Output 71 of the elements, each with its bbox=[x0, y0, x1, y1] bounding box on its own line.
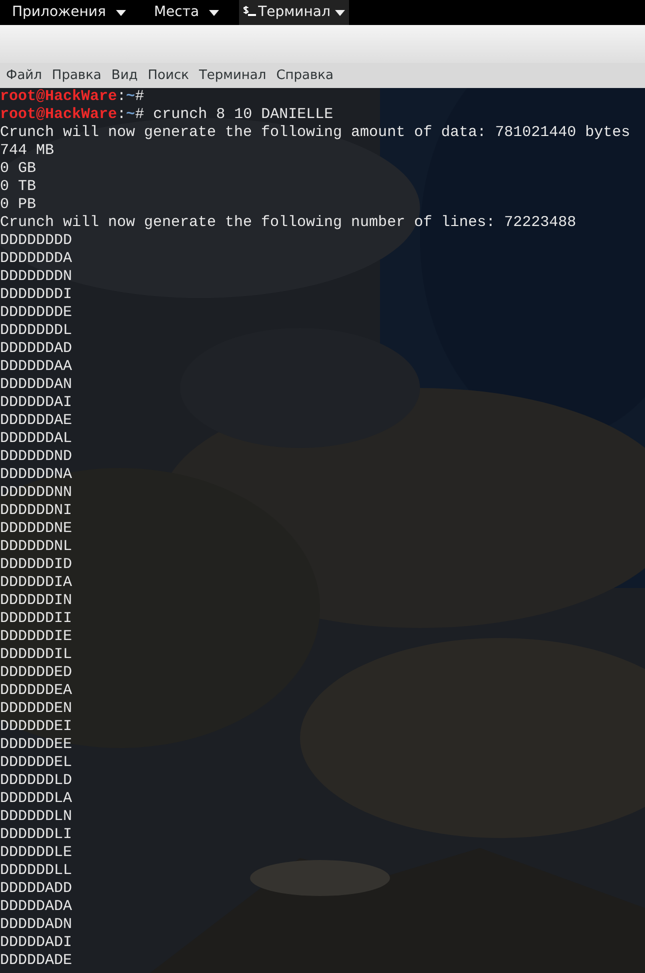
menu-item[interactable]: Файл bbox=[1, 66, 47, 86]
panel-menu[interactable]: Терминал bbox=[239, 0, 350, 25]
prompt-separator: : bbox=[117, 88, 126, 105]
menu-label: Приложения bbox=[12, 3, 106, 22]
output-line: DDDDDDDL bbox=[0, 322, 72, 339]
output-line: DDDDDDAA bbox=[0, 358, 72, 375]
output-line: DDDDDDAN bbox=[0, 376, 72, 393]
output-line: DDDDDDEE bbox=[0, 736, 72, 753]
menu-item[interactable]: Справка bbox=[271, 66, 338, 86]
output-line: DDDDDDLL bbox=[0, 862, 72, 879]
output-line: DDDDDDND bbox=[0, 448, 72, 465]
output-line: DDDDDDDN bbox=[0, 268, 72, 285]
output-line: 0 PB bbox=[0, 196, 36, 213]
output-line: DDDDDDAE bbox=[0, 412, 72, 429]
output-line: DDDDDDIL bbox=[0, 646, 72, 663]
output-line: DDDDDDED bbox=[0, 664, 72, 681]
output-line: DDDDDDIE bbox=[0, 628, 72, 645]
prompt-symbol: # bbox=[135, 106, 144, 123]
output-line: DDDDDDEA bbox=[0, 682, 72, 699]
output-line: DDDDDDNA bbox=[0, 466, 72, 483]
output-line: DDDDDADN bbox=[0, 916, 72, 933]
output-line: DDDDDDID bbox=[0, 556, 72, 573]
output-line: DDDDDDLE bbox=[0, 844, 72, 861]
prompt-separator: : bbox=[117, 106, 126, 123]
prompt-path: ~ bbox=[126, 88, 136, 105]
output-line: DDDDDDLN bbox=[0, 808, 72, 825]
prompt-user: root@HackWare bbox=[0, 88, 118, 105]
output-line: DDDDDDEI bbox=[0, 718, 72, 735]
output-line: DDDDDDNL bbox=[0, 538, 72, 555]
output-line: DDDDDDNE bbox=[0, 520, 72, 537]
menu-label: Места bbox=[154, 3, 200, 22]
output-line: 0 TB bbox=[0, 178, 36, 195]
output-line: DDDDDDIA bbox=[0, 574, 72, 591]
menu-item[interactable]: Вид bbox=[106, 66, 143, 86]
prompt-symbol: # bbox=[135, 88, 144, 105]
output-line: DDDDDDAL bbox=[0, 430, 72, 447]
output-line: DDDDDDDD bbox=[0, 232, 72, 249]
output-line: DDDDDDNN bbox=[0, 484, 72, 501]
output-line: DDDDDDNI bbox=[0, 502, 72, 519]
output-line: DDDDDADA bbox=[0, 898, 72, 915]
prompt-user: root@HackWare bbox=[0, 106, 118, 123]
output-line: 744 MB bbox=[0, 142, 54, 159]
output-line: DDDDDDLI bbox=[0, 826, 72, 843]
output-line: DDDDDADI bbox=[0, 934, 72, 951]
panel-menu[interactable]: Приложения bbox=[0, 0, 130, 25]
output-line: DDDDDDEL bbox=[0, 754, 72, 771]
menu-item[interactable]: Терминал bbox=[194, 66, 272, 86]
output-line: DDDDDDDA bbox=[0, 250, 72, 267]
output-line: DDDDDDDE bbox=[0, 304, 72, 321]
caret-icon bbox=[335, 10, 346, 16]
output-line: DDDDDDII bbox=[0, 610, 72, 627]
output-line: 0 GB bbox=[0, 160, 36, 177]
prompt-path: ~ bbox=[126, 106, 136, 123]
output-line: DDDDDDDI bbox=[0, 286, 72, 303]
output-line: DDDDDADE bbox=[0, 952, 72, 969]
output-line: Crunch will now generate the following amount of data: 781021440 bytes bbox=[0, 124, 630, 141]
output-line: DDDDDDAD bbox=[0, 340, 72, 357]
menu-label: Терминал bbox=[258, 3, 330, 22]
output-line: DDDDDDLA bbox=[0, 790, 72, 807]
output-line: DDDDDDAI bbox=[0, 394, 72, 411]
panel-menu[interactable]: Места bbox=[130, 0, 224, 25]
output-line: DDDDDDEN bbox=[0, 700, 72, 717]
menu-item[interactable]: Правка bbox=[46, 66, 106, 86]
caret-icon bbox=[116, 10, 126, 16]
menu-item[interactable]: Поиск bbox=[142, 66, 194, 86]
output-line: DDDDDDLD bbox=[0, 772, 72, 789]
output-line: DDDDDDIN bbox=[0, 592, 72, 609]
output-line: DDDDDADD bbox=[0, 880, 72, 897]
command-text: crunch 8 10 DANIELLE bbox=[153, 106, 334, 123]
output-line: Crunch will now generate the following number of lines: 72223488 bbox=[0, 214, 576, 231]
caret-icon bbox=[209, 10, 220, 16]
